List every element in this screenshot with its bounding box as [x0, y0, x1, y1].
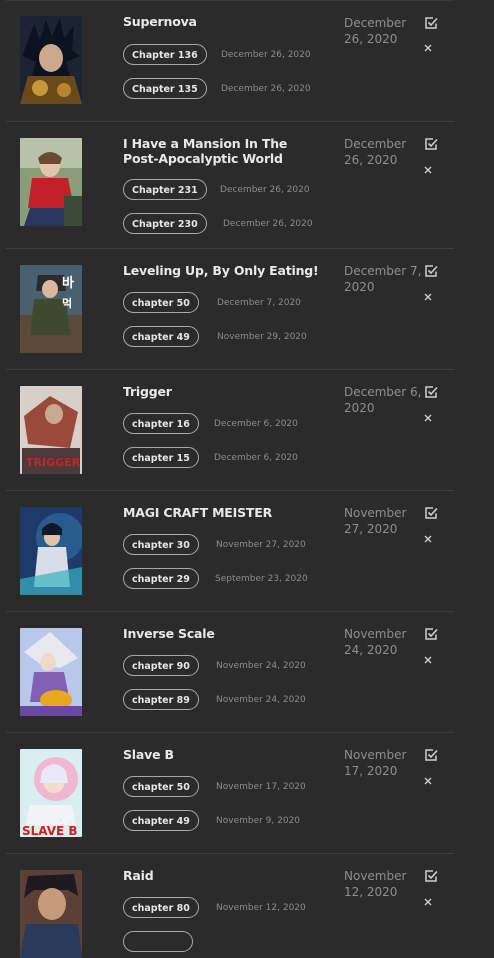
bookmark-row: 바 먹 Leveling Up, By Only Eating! chapter… [6, 249, 454, 370]
bookmark-row: I Have a Mansion In The Post-Apocalyptic… [6, 122, 454, 249]
chapter-date: December 26, 2020 [221, 84, 311, 94]
svg-text:먹: 먹 [62, 296, 72, 310]
chapter-date: November 24, 2020 [216, 695, 306, 705]
manga-title[interactable]: Inverse Scale [123, 626, 323, 641]
last-updated: December 7, 2020 [344, 264, 422, 294]
cover-image[interactable] [20, 16, 82, 104]
cover-image[interactable]: SLAVE B [20, 749, 82, 837]
chapter-date: December 26, 2020 [223, 219, 313, 229]
svg-text:바: 바 [62, 275, 74, 291]
chapter-button[interactable]: chapter 29 [123, 568, 199, 589]
cover-image[interactable]: 바 먹 [20, 265, 82, 353]
chapter-date: November 17, 2020 [216, 782, 306, 792]
bookmark-row: Inverse Scale chapter 90 November 24, 20… [6, 612, 454, 733]
chapter-button[interactable]: Chapter 231 [123, 179, 207, 200]
chapter-button[interactable]: Chapter 136 [123, 44, 207, 65]
chapter-date: December 7, 2020 [217, 298, 301, 308]
last-updated: November 27, 2020 [344, 506, 407, 536]
cover-image[interactable]: TRIGGER [20, 386, 82, 474]
check-square-icon[interactable] [424, 16, 438, 30]
last-updated: November 17, 2020 [344, 748, 407, 778]
bookmark-row: Supernova Chapter 136 December 26, 2020 … [6, 0, 454, 122]
check-square-icon[interactable] [424, 264, 438, 278]
check-square-icon[interactable] [424, 137, 438, 151]
chapter-date: November 29, 2020 [217, 332, 307, 342]
close-icon[interactable] [423, 413, 433, 423]
check-square-icon[interactable] [424, 869, 438, 883]
chapter-date: December 6, 2020 [214, 419, 298, 429]
chapter-button[interactable]: Chapter 230 [123, 213, 207, 234]
close-icon[interactable] [423, 776, 433, 786]
cover-image[interactable] [20, 507, 82, 595]
chapter-button[interactable]: chapter 16 [123, 413, 199, 434]
chapter-button[interactable]: chapter 50 [123, 292, 199, 313]
chapter-date: December 6, 2020 [214, 453, 298, 463]
last-updated: November 24, 2020 [344, 627, 407, 657]
manga-title[interactable]: Raid [123, 868, 323, 883]
chapter-button[interactable]: chapter 89 [123, 689, 199, 710]
manga-title[interactable]: Leveling Up, By Only Eating! [123, 263, 323, 278]
svg-text:TRIGGER: TRIGGER [26, 456, 81, 469]
chapter-button[interactable] [123, 931, 193, 952]
chapter-button[interactable]: Chapter 135 [123, 78, 207, 99]
chapter-date: September 23, 2020 [215, 574, 308, 584]
check-square-icon[interactable] [424, 385, 438, 399]
bookmark-row: MAGI CRAFT MEISTER chapter 30 November 2… [6, 491, 454, 612]
last-updated: December 26, 2020 [344, 137, 407, 167]
manga-title[interactable]: Trigger [123, 384, 323, 399]
bookmark-row: Raid chapter 80 November 12, 2020 Novemb… [6, 854, 454, 958]
close-icon[interactable] [423, 897, 433, 907]
check-square-icon[interactable] [424, 748, 438, 762]
chapter-button[interactable]: chapter 50 [123, 776, 199, 797]
manga-title[interactable]: MAGI CRAFT MEISTER [123, 505, 323, 520]
cover-image[interactable] [20, 870, 82, 958]
chapter-button[interactable]: chapter 49 [123, 810, 199, 831]
chapter-date: November 24, 2020 [216, 661, 306, 671]
last-updated: December 26, 2020 [344, 16, 407, 46]
bookmark-row: TRIGGER Trigger chapter 16 December 6, 2… [6, 370, 454, 491]
check-square-icon[interactable] [424, 506, 438, 520]
last-updated: December 6, 2020 [344, 385, 422, 415]
close-icon[interactable] [423, 655, 433, 665]
chapter-button[interactable]: chapter 15 [123, 447, 199, 468]
close-icon[interactable] [423, 292, 433, 302]
cover-image[interactable] [20, 628, 82, 716]
chapter-date: December 26, 2020 [220, 185, 310, 195]
close-icon[interactable] [423, 534, 433, 544]
bookmark-row: SLAVE B Slave B chapter 50 November 17, … [6, 733, 454, 854]
chapter-date: December 26, 2020 [221, 50, 311, 60]
chapter-date: November 12, 2020 [216, 903, 306, 913]
close-icon[interactable] [423, 165, 433, 175]
manga-title[interactable]: Slave B [123, 747, 323, 762]
check-square-icon[interactable] [424, 627, 438, 641]
svg-text:SLAVE B: SLAVE B [22, 824, 78, 837]
manga-title[interactable]: I Have a Mansion In The Post-Apocalyptic… [123, 136, 323, 166]
chapter-button[interactable]: chapter 80 [123, 897, 199, 918]
cover-image[interactable] [20, 138, 82, 226]
chapter-date: November 27, 2020 [216, 540, 306, 550]
last-updated: November 12, 2020 [344, 869, 407, 899]
chapter-date: November 9, 2020 [216, 816, 301, 826]
chapter-button[interactable]: chapter 30 [123, 534, 199, 555]
chapter-button[interactable]: chapter 49 [123, 326, 199, 347]
close-icon[interactable] [423, 43, 433, 53]
chapter-button[interactable]: chapter 90 [123, 655, 199, 676]
manga-title[interactable]: Supernova [123, 14, 323, 29]
